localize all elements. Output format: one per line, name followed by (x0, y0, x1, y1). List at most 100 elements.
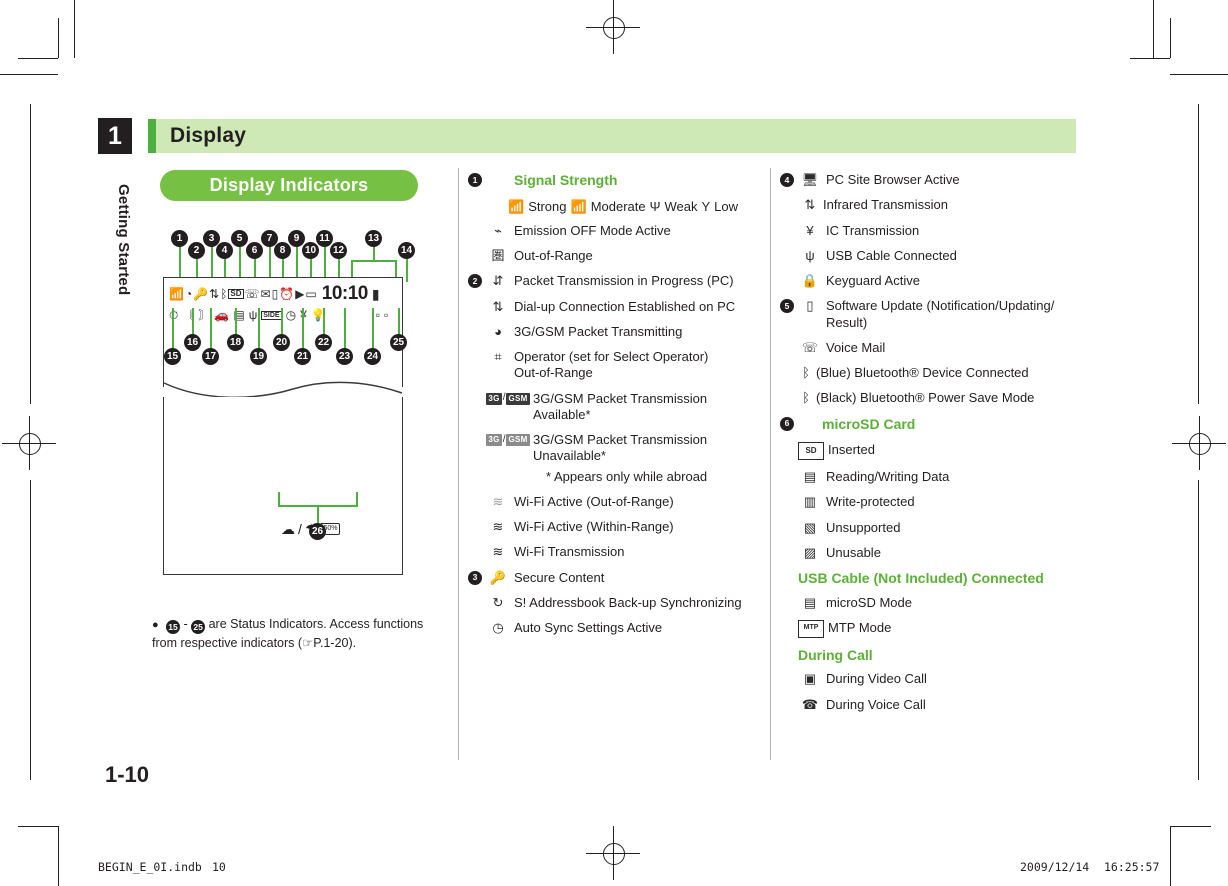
3g-gsm-unavailable-icon: 3G / GSM (486, 433, 530, 446)
legend-label: PC Site Browser Active (826, 172, 960, 187)
legend-callout (468, 391, 486, 407)
status-bar-row-1: 📶 ◔ 🔑 ⇅ ᛒ SD ☏ ✉ ▯ ⏰ ▶ ▭ 10:10 ▮ (169, 283, 397, 305)
legend-callout (780, 469, 798, 485)
infrared-icon: ⇅ (804, 197, 816, 213)
crop-mark-bl-h (18, 826, 59, 827)
callout-6: 6 (246, 242, 263, 259)
legend-label: Wi-Fi Transmission (514, 544, 625, 560)
legend-callout (780, 223, 798, 239)
leader-line (323, 308, 325, 336)
callout-11: 11 (316, 230, 333, 247)
crop-mark-br-v (1170, 826, 1171, 886)
legend-row: 圏 Out-of-Range (468, 248, 760, 264)
legend-label: Auto Sync Settings Active (514, 620, 663, 635)
display-indicators-pill: Display Indicators (160, 170, 418, 201)
legend-callout (780, 442, 798, 458)
note-callout-to: 25 (191, 620, 206, 635)
legend-callout: 1 (468, 172, 486, 188)
3g-gsm-available-icon: 3G / GSM (486, 392, 530, 405)
auto-sync-icon: ◷ (285, 308, 297, 322)
side-key-guard-icon: SIDE (261, 310, 282, 320)
legend-label: Secure Content (514, 569, 605, 585)
signal-moderate-label: Moderate (590, 198, 646, 214)
legend-icon-spacer (486, 172, 510, 188)
legend-row: ▧ Unsupported (780, 520, 1080, 536)
legend-row: ψ USB Cable Connected (780, 248, 1080, 264)
registration-mark-left (2, 416, 56, 470)
leader-line (302, 308, 304, 350)
vibration-icon: 〙 (198, 308, 211, 322)
legend-row: ᛒ (Blue) Bluetooth® Device Connected (780, 365, 1080, 381)
trim-line-right-2 (1198, 480, 1199, 780)
legend-row: ☎ During Voice Call (780, 697, 1080, 713)
auto-sync-icon: ◷ (492, 620, 504, 635)
callout-20: 20 (273, 334, 290, 351)
legend-label: 📶 Strong 📶 Moderate Ψ Weak Y Low (486, 199, 760, 215)
crop-mark-tl-h2 (18, 58, 58, 59)
bluetooth-icon: ᛒ (220, 287, 228, 301)
crop-mark-bl-v (58, 826, 59, 886)
legend-row: ≋ Wi-Fi Active (Out-of-Range) (468, 494, 760, 510)
legend-callout (780, 340, 798, 356)
callout-13: 13 (365, 230, 382, 247)
leader-line (172, 308, 174, 350)
callout-24: 24 (364, 348, 381, 365)
legend-label: Operator (set for Select Operator) Out-o… (514, 349, 709, 381)
legend-callout (780, 520, 798, 536)
leader-line (192, 308, 194, 336)
legend-label: Keyguard Active (826, 273, 920, 288)
callout-9: 9 (288, 230, 305, 247)
wifi-transmission-icon: ≋ (492, 544, 504, 560)
legend-label: Signal Strength (514, 172, 618, 188)
during-video-call-icon: ▣ (803, 671, 817, 687)
legend-label: During Voice Call (826, 696, 926, 712)
legend-row-signal-levels: 📶 Strong 📶 Moderate Ψ Weak Y Low (468, 199, 760, 215)
legend-column-left: 1 Signal Strength 📶 Strong 📶 Moderate Ψ Wea… (468, 172, 760, 645)
packet-pc-icon: ⇵ (492, 273, 504, 289)
voice-mail-icon: ☏ (801, 339, 819, 355)
chapter-number-tab: 1 (98, 118, 132, 154)
note-ref: P.1-20 (313, 636, 349, 651)
legend-callout (780, 570, 798, 586)
crop-mark-tl-h (0, 74, 58, 75)
registration-mark-top (586, 0, 640, 54)
legend-column-right: 4 🖥 PC Site Browser Active ⇅ Infrared Tr… (780, 172, 1080, 722)
packet-transmitting-icon: ◕ (494, 323, 502, 339)
legend-callout (468, 519, 486, 535)
crop-mark-tl-v (74, 0, 75, 58)
legend-row: 1 Signal Strength (468, 172, 760, 190)
signal-low-label: Low (714, 198, 739, 214)
leader-line (258, 308, 260, 350)
legend-row: 4 🖥 PC Site Browser Active (780, 172, 1080, 188)
status-indicator-note: ● 15 - 25 are Status Indicators. Access … (152, 615, 444, 653)
legend-callout: 4 (780, 172, 798, 188)
legend-callout (468, 620, 486, 636)
legend-callout (780, 595, 798, 611)
leader-line (398, 308, 400, 336)
trim-line-left-2 (30, 480, 31, 780)
legend-label: Unusable (826, 544, 881, 560)
alarm-icon: ⏰ (279, 287, 295, 301)
legend-label: Reading/Writing Data (826, 469, 950, 484)
signal-low-icon: Y (701, 199, 711, 215)
footer-time: 16:25:57 (1104, 860, 1160, 874)
signal-strong-label: Strong (528, 198, 567, 214)
packet-transmitting-icon: ◔ (184, 287, 193, 301)
legend-callout (468, 544, 486, 560)
legend-label: 3G/GSM Packet Transmission Unavailable* (533, 432, 708, 464)
callout-5: 5 (231, 230, 248, 247)
chapter-name-label: Getting Started (115, 184, 132, 296)
operator-out-of-range-icon: ⌗ (494, 349, 502, 364)
legend-label: (Blue) Bluetooth® Device Connected (816, 365, 1029, 380)
legend-label: Emission OFF Mode Active (514, 222, 671, 238)
callout-21: 21 (294, 348, 311, 365)
sd-card-icon: SD (228, 289, 244, 299)
legend-callout (780, 494, 798, 510)
legend-label: Wi-Fi Active (Out-of-Range) (514, 493, 674, 509)
note-range-dash: - (180, 617, 192, 631)
legend-row: ⇅ Infrared Transmission (780, 197, 1080, 213)
note-bullet: ● (152, 619, 159, 631)
emission-off-icon: ⌁ (494, 222, 502, 238)
leader-line (210, 308, 212, 350)
legend-label: Software Update (Notification/Updating/ … (826, 298, 1055, 330)
